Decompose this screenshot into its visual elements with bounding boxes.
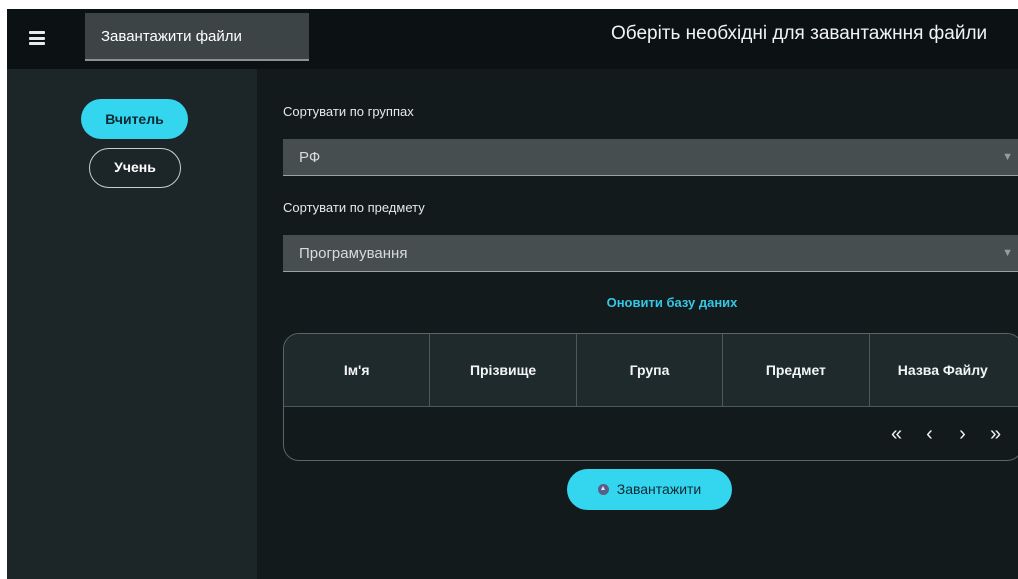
next-page-icon[interactable]: ›: [946, 422, 979, 446]
refresh-database-link[interactable]: Оновити базу даних: [567, 295, 777, 310]
files-table: Ім'я Прізвище Група Предмет Назва Файлу …: [283, 333, 1018, 461]
upload-button[interactable]: Завантажити: [567, 469, 732, 510]
app-window: Завантажити файли Оберіть необхідні для …: [7, 9, 1018, 579]
group-select[interactable]: РФ ▼: [283, 139, 1018, 176]
prev-page-icon[interactable]: ‹: [913, 422, 946, 446]
page-title: Оберіть необхідні для завантажння файли: [611, 23, 988, 44]
top-bar: Завантажити файли Оберіть необхідні для …: [7, 9, 1018, 69]
upload-button-label: Завантажити: [616, 481, 702, 497]
dropdown-arrow-icon: ▼: [1002, 247, 1013, 259]
sidebar: Вчитель Учень: [7, 69, 257, 579]
column-header-group[interactable]: Група: [577, 334, 724, 406]
menu-icon[interactable]: [25, 25, 51, 51]
subject-select-value: Програмування: [299, 245, 408, 262]
group-sort-label: Сортувати по группах: [283, 104, 414, 119]
last-page-icon[interactable]: »: [979, 422, 1012, 446]
column-header-subject[interactable]: Предмет: [723, 334, 870, 406]
dropdown-arrow-icon: ▼: [1002, 151, 1013, 163]
upload-icon: [597, 484, 609, 495]
subject-sort-label: Сортувати по предмету: [283, 200, 425, 215]
table-header: Ім'я Прізвище Група Предмет Назва Файлу: [284, 334, 1018, 407]
student-button[interactable]: Учень: [89, 148, 181, 188]
group-select-value: РФ: [299, 149, 321, 166]
column-header-first-name[interactable]: Ім'я: [284, 334, 431, 406]
column-header-last-name[interactable]: Прізвище: [430, 334, 577, 406]
pagination: « ‹ › »: [880, 422, 1012, 446]
subject-select[interactable]: Програмування ▼: [283, 235, 1018, 272]
teacher-button[interactable]: Вчитель: [81, 99, 188, 139]
first-page-icon[interactable]: «: [880, 422, 913, 446]
tab-upload-files[interactable]: Завантажити файли: [85, 13, 309, 61]
column-header-file-name[interactable]: Назва Файлу: [870, 334, 1016, 406]
